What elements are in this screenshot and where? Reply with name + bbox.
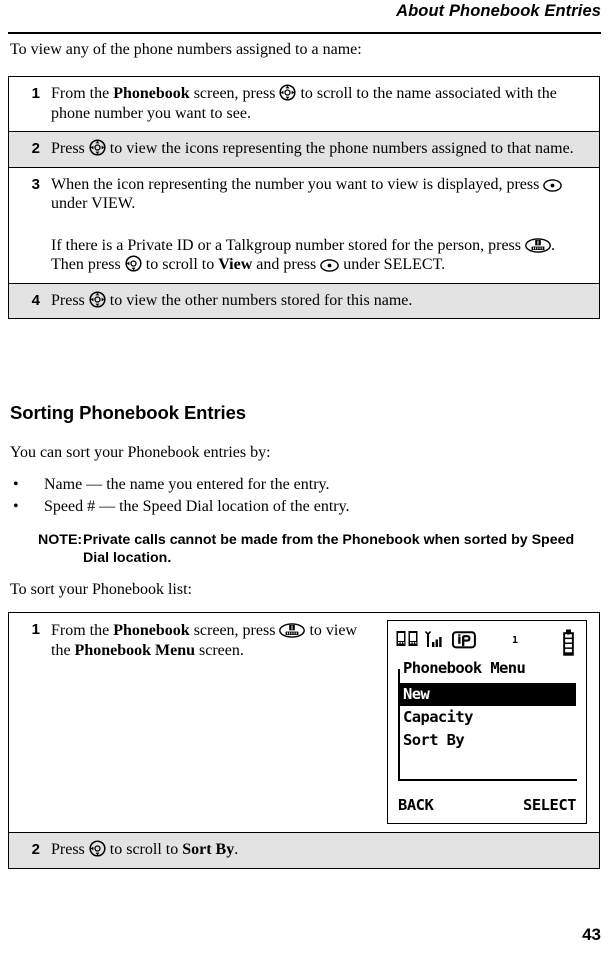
sortstep1-bold-phonebook: Phonebook xyxy=(113,622,190,639)
nav-key-icon xyxy=(125,255,142,272)
step3-text-e: to scroll to xyxy=(141,256,219,273)
select-key-icon xyxy=(320,259,340,272)
section-heading: Sorting Phonebook Entries xyxy=(10,402,246,423)
step3-text-c: If there is a Private ID or a Talkgroup … xyxy=(51,236,525,254)
step-number: 1 xyxy=(31,621,40,638)
step-number: 2 xyxy=(31,841,40,858)
sort-intro-text: You can sort your Phonebook entries by: xyxy=(10,444,271,461)
lcd-menu-item-new[interactable]: New xyxy=(400,683,576,706)
sort-options-list: • Name — the name you entered for the en… xyxy=(10,474,570,518)
step-text: When the icon representing the number yo… xyxy=(49,168,599,283)
table-row: 4 Press to view the other numbers stored… xyxy=(9,282,599,319)
step-text: Press to view the other numbers stored f… xyxy=(49,284,599,319)
lcd-menu-title: Phonebook Menu xyxy=(400,659,528,679)
table-row: 3 When the icon representing the number … xyxy=(9,166,599,283)
nav-key-icon xyxy=(89,290,106,308)
lcd-softkey-bar: BACK SELECT xyxy=(398,796,577,816)
step-text: Press to view the icons representing the… xyxy=(49,132,599,167)
step3-text-g: under SELECT. xyxy=(339,256,446,273)
step-text: Press to scroll to Sort By. xyxy=(49,833,599,868)
step2-text-b: to view the icons representing the phone… xyxy=(105,140,574,157)
lcd-softkey-back[interactable]: BACK xyxy=(398,796,434,816)
bullet-icon: • xyxy=(13,498,19,515)
lcd-menu-item-capacity[interactable]: Capacity xyxy=(400,706,576,729)
ip-icon xyxy=(451,630,476,655)
sortstep1-text-a: From the xyxy=(51,622,114,639)
table-row: 2 Press to scroll to Sort By. xyxy=(9,832,599,868)
menu-key-icon xyxy=(525,237,551,253)
sortstep1-bold-menu: Phonebook Menu xyxy=(74,641,196,659)
sortstep2-text-a: Press xyxy=(51,841,89,858)
intro-view-text: To view any of the phone numbers assigne… xyxy=(10,41,362,58)
step3-text-b: under VIEW. xyxy=(51,195,136,212)
lcd-call-count: 1 xyxy=(512,635,519,646)
step3-bold-view: View xyxy=(218,256,253,273)
note-block: NOTE: Private calls cannot be made from … xyxy=(38,532,600,567)
bullet-icon: • xyxy=(13,476,19,493)
step-text-column: From the Phonebook screen, press to view… xyxy=(51,620,369,660)
table-row: 1 From the Phonebook screen, press to sc… xyxy=(9,77,599,131)
sortstep2-text-c: . xyxy=(234,841,239,858)
nav-key-icon xyxy=(279,84,296,101)
step1-bold-phonebook: Phonebook xyxy=(113,85,190,102)
table-row: 2 Press to view the icons representing t… xyxy=(9,131,599,167)
step4-text-b: to view the other numbers stored for thi… xyxy=(105,291,413,309)
list-item-label: Speed # — the Speed Dial location of the… xyxy=(44,498,350,515)
manual-page: About Phonebook Entries To view any of t… xyxy=(0,0,615,963)
list-item: • Name — the name you entered for the en… xyxy=(10,474,570,496)
lcd-menu-item-sort-by[interactable]: Sort By xyxy=(400,729,576,752)
lcd-status-bar: 1 xyxy=(396,629,578,656)
step-number: 3 xyxy=(31,175,40,193)
sortstep1-text-b: screen, press xyxy=(189,622,280,639)
step3-text-a: When the icon representing the number yo… xyxy=(51,175,544,193)
page-number: 43 xyxy=(582,925,601,944)
step-number: 4 xyxy=(31,291,40,309)
step1-text-a: From the xyxy=(51,85,114,102)
phonebook-icon xyxy=(396,630,418,655)
header-divider xyxy=(8,32,601,34)
step1-text-b: screen, press xyxy=(189,85,280,102)
view-numbers-steps-table: 1 From the Phonebook screen, press to sc… xyxy=(8,76,600,319)
table-row: 1 From the Phonebook screen, press to vi… xyxy=(9,613,599,832)
sortstep1-text-d: screen. xyxy=(195,641,244,659)
sort-steps-table: 1 From the Phonebook screen, press to vi… xyxy=(8,612,600,869)
lcd-status-icon-group xyxy=(396,630,476,655)
step3-text-f: and press xyxy=(252,256,321,273)
sort-list-intro-text: To sort your Phonebook list: xyxy=(10,581,192,598)
page-header: About Phonebook Entries xyxy=(8,0,601,34)
signal-icon xyxy=(423,630,447,655)
step-number: 1 xyxy=(31,85,40,102)
nav-key-icon xyxy=(89,139,106,156)
lcd-menu-list: New Capacity Sort By xyxy=(400,683,576,752)
nav-key-icon xyxy=(89,840,106,857)
step-text: From the Phonebook screen, press to view… xyxy=(49,613,599,832)
note-text: Private calls cannot be made from the Ph… xyxy=(83,532,575,566)
note-label: NOTE: xyxy=(38,532,83,548)
list-item: • Speed # — the Speed Dial location of t… xyxy=(10,496,570,518)
select-key-icon xyxy=(543,178,563,192)
page-header-title: About Phonebook Entries xyxy=(396,2,601,20)
lcd-display: 1 Phonebook Menu New Capacity Sort By BA… xyxy=(387,620,587,824)
sortstep2-bold-sortby: Sort By xyxy=(182,841,235,858)
phone-screen-illustration: 1 Phonebook Menu New Capacity Sort By BA… xyxy=(369,620,591,824)
menu-key-icon xyxy=(279,623,306,638)
step4-text-a: Press xyxy=(51,291,89,309)
step-text: From the Phonebook screen, press to scro… xyxy=(49,77,599,131)
list-item-label: Name — the name you entered for the entr… xyxy=(44,476,330,493)
sortstep2-text-b: to scroll to xyxy=(105,841,183,858)
battery-icon xyxy=(561,629,576,662)
step2-text-a: Press xyxy=(51,140,89,157)
step-number: 2 xyxy=(31,140,40,157)
lcd-softkey-select[interactable]: SELECT xyxy=(523,796,577,816)
